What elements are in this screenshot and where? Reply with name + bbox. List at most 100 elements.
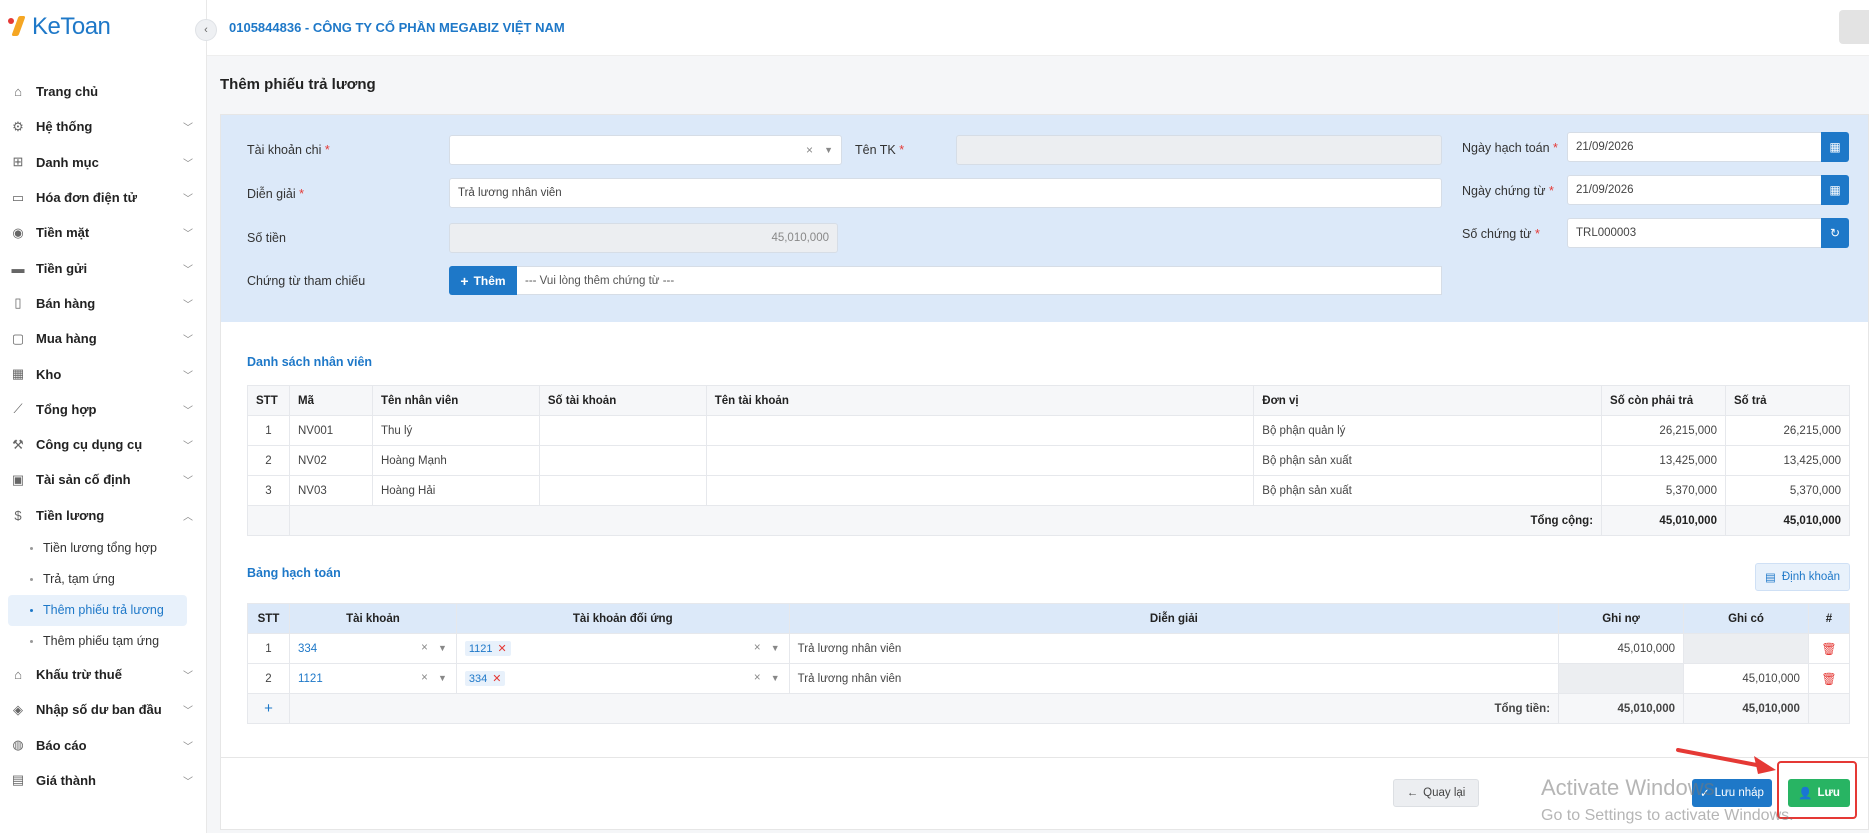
calendar-button[interactable]: ▦ [1821, 132, 1849, 162]
clear-icon[interactable]: × [421, 672, 428, 684]
chung-tu-placeholder: --- Vui lòng thêm chứng từ --- [525, 274, 675, 287]
ten-tk-label-text: Tên TK [855, 143, 896, 157]
total-paid: 45,010,000 [1724, 505, 1851, 536]
sidebar-item[interactable]: ▯ Bán hàng ﹀ [0, 286, 207, 321]
counter-account-select[interactable]: 1121 ✕ × ▼ [455, 633, 790, 664]
dien-giai-label: Diễn giải * [247, 187, 304, 201]
sidebar-item[interactable]: ▣ Tài sản cố định ﹀ [0, 462, 207, 497]
calendar-icon: ▦ [1829, 140, 1841, 154]
sidebar-item-label: Khấu trừ thuế [36, 667, 122, 682]
remove-tag-icon[interactable]: ✕ [492, 672, 501, 685]
sidebar-item[interactable]: ⟋ Tổng hợp ﹀ [0, 392, 207, 427]
company-name[interactable]: 0105844836 - CÔNG TY CỔ PHẦN MEGABIZ VIỆ… [229, 20, 565, 35]
sidebar-item[interactable]: ◍ Báo cáo ﹀ [0, 727, 207, 762]
ngay-hach-toan-input[interactable]: 21/09/2026 [1567, 132, 1823, 162]
col-action: # [1807, 603, 1851, 634]
table-cell: 5,370,000 [1601, 475, 1726, 506]
sidebar-item[interactable]: ⚙ Hệ thống ﹀ [0, 109, 207, 144]
row-debit[interactable]: 45,010,000 [1558, 633, 1684, 664]
ten-tk-input[interactable] [956, 135, 1442, 165]
row-desc[interactable]: Trả lương nhân viên [788, 663, 1560, 694]
refresh-button[interactable]: ↻ [1821, 218, 1849, 248]
sidebar-item[interactable]: ▤ Giá thành ﹀ [0, 763, 207, 798]
chevron-down-icon: ﹀ [183, 264, 193, 276]
caret-down-icon[interactable]: ▼ [824, 145, 833, 155]
sidebar-item[interactable]: ◉ Tiền mặt ﹀ [0, 215, 207, 250]
sidebar-item[interactable]: ▢ Mua hàng ﹀ [0, 321, 207, 356]
them-chung-tu-button[interactable]: + Thêm [449, 266, 517, 295]
table-row[interactable]: 1 NV001 Thu lý Bộ phận quản lý 26,215,000 26,… [247, 415, 1851, 446]
row-desc[interactable]: Trả lương nhân viên [788, 633, 1560, 664]
sidebar-subitem-label: Thêm phiếu tạm ứng [43, 634, 160, 649]
table-cell [538, 475, 707, 506]
row-credit[interactable]: 45,010,000 [1683, 663, 1809, 694]
trash-icon: 🗑 [1821, 641, 1837, 656]
tai-khoan-chi-label: Tài khoản chi * [247, 143, 330, 157]
calendar-button[interactable]: ▦ [1821, 175, 1849, 205]
clear-icon[interactable]: × [421, 642, 428, 654]
sidebar-subitem-label: Tiền lương tổng hợp [43, 541, 157, 556]
account-select[interactable]: 1121 × ▼ [288, 663, 457, 694]
table-row[interactable]: 1 334 × ▼ 1121 ✕ × ▼ Trả lương nhân viên 45,010,0… [247, 633, 1851, 664]
sidebar-subitem[interactable]: Thêm phiếu tạm ứng [8, 626, 187, 657]
row-credit[interactable] [1683, 633, 1809, 664]
delete-row-button[interactable]: 🗑 [1807, 663, 1851, 694]
so-chung-tu-input[interactable]: TRL000003 [1567, 218, 1823, 248]
sidebar-item[interactable]: ⌂ Trang chủ [0, 74, 207, 109]
add-row-button[interactable]: + [247, 693, 290, 724]
table-cell [538, 415, 707, 446]
sidebar-item[interactable]: ⚒ Công cụ dụng cụ ﹀ [0, 427, 207, 462]
table-row[interactable]: 2 1121 × ▼ 334 ✕ × ▼ Trả lương nhân viên 45,010,0… [247, 663, 1851, 694]
avatar[interactable] [1839, 10, 1869, 44]
caret-down-icon[interactable]: ▼ [438, 673, 447, 683]
account-tag-label: 334 [468, 672, 488, 685]
sidebar-item[interactable]: ⌂ Khấu trừ thuế ﹀ [0, 657, 207, 692]
ngay-chung-tu-value: 21/09/2026 [1576, 184, 1634, 196]
table-row[interactable]: 3 NV03 Hoàng Hải Bộ phận sản xuất 5,370,000 5… [247, 475, 1851, 506]
table-row[interactable]: 2 NV02 Hoàng Mạnh Bộ phận sản xuất 13,425,00… [247, 445, 1851, 476]
sidebar-subitem[interactable]: Thêm phiếu trả lương [8, 594, 187, 626]
so-tien-input[interactable]: 45,010,000 [449, 223, 838, 253]
ngay-chung-tu-input[interactable]: 21/09/2026 [1567, 175, 1823, 205]
sidebar-item-label: Danh mục [36, 154, 99, 170]
row-debit[interactable] [1558, 663, 1684, 694]
chevron-down-icon: ﹀ [183, 158, 193, 170]
account-value: 334 [297, 642, 318, 655]
clear-icon[interactable]: × [754, 642, 761, 654]
collapse-sidebar-button[interactable]: ‹ [195, 19, 217, 41]
sidebar-item[interactable]: ▬ Tiền gửi ﹀ [0, 250, 207, 285]
sidebar-item[interactable]: ⊞ Danh mục ﹀ [0, 145, 207, 180]
dien-giai-input[interactable]: Trả lương nhân viên [449, 178, 1442, 208]
sidebar-item[interactable]: ▭ Hóa đơn điện tử ﹀ [0, 180, 207, 215]
sidebar-subitem[interactable]: Tiền lương tổng hợp [8, 533, 187, 564]
remove-tag-icon[interactable]: ✕ [498, 642, 507, 655]
logo[interactable]: KeToan [8, 12, 111, 42]
grid-icon: ⊞ [12, 154, 24, 170]
table-cell: 26,215,000 [1724, 415, 1851, 446]
caret-down-icon[interactable]: ▼ [438, 643, 447, 653]
dollar-icon: $ [14, 507, 22, 523]
warehouse-icon: ▦ [11, 366, 25, 382]
chung-tu-input[interactable]: --- Vui lòng thêm chứng từ --- [517, 266, 1442, 295]
sidebar-item[interactable]: $ Tiền lương ︿ [0, 498, 207, 533]
clear-icon[interactable]: × [754, 672, 761, 684]
table-cell: 5,370,000 [1724, 475, 1851, 506]
caret-down-icon[interactable]: ▼ [771, 673, 780, 683]
account-select[interactable]: 334 × ▼ [288, 633, 457, 664]
sidebar-item-label: Giá thành [36, 772, 96, 788]
table-cell [705, 445, 1255, 476]
calculator-icon: ▤ [1764, 572, 1776, 584]
clear-icon[interactable]: × [806, 143, 813, 157]
dinh-khoan-button[interactable]: ▤ Định khoản [1755, 563, 1850, 591]
sidebar-item[interactable]: ◈ Nhập số dư ban đầu ﹀ [0, 692, 207, 727]
sidebar-subitem[interactable]: Trả, tạm ứng [8, 564, 187, 595]
back-button[interactable]: ← Quay lại [1393, 779, 1479, 807]
tai-khoan-chi-select[interactable]: × ▼ [449, 135, 842, 165]
ngay-hach-toan-label-text: Ngày hạch toán [1462, 141, 1550, 155]
counter-account-select[interactable]: 334 ✕ × ▼ [455, 663, 790, 694]
delete-row-button[interactable]: 🗑 [1807, 633, 1851, 664]
required-mark: * [324, 143, 330, 157]
caret-down-icon[interactable]: ▼ [771, 643, 780, 653]
sidebar-item[interactable]: ▦ Kho ﹀ [0, 356, 207, 391]
main-panel: Tài khoản chi * × ▼ Tên TK * Ngày hạch to… [220, 114, 1869, 830]
